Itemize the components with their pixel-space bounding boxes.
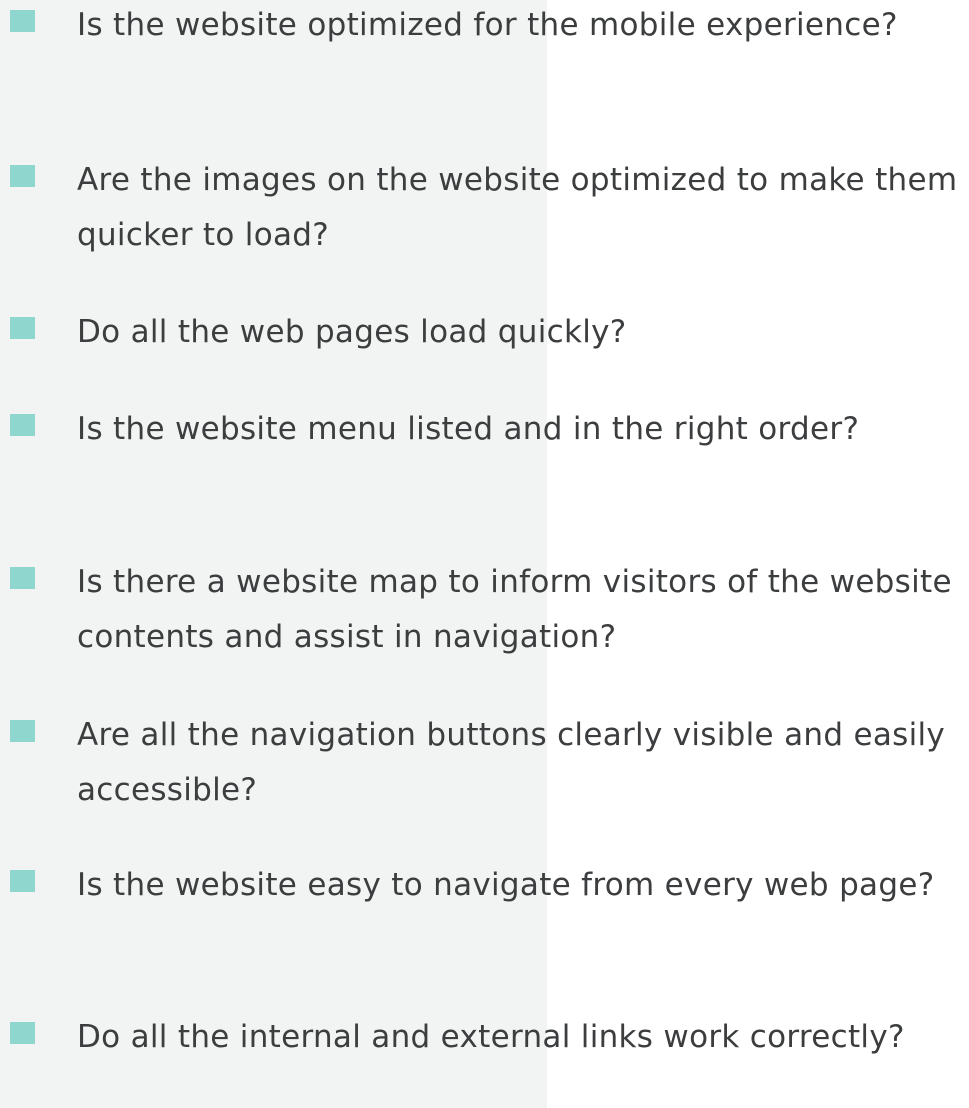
checkbox-icon[interactable] [10,414,35,436]
checkbox-icon[interactable] [10,720,35,742]
checklist-item-text: Do all the web pages load quickly? [77,314,627,350]
checklist-item-text: Is the website menu listed and in the ri… [77,411,860,447]
checkbox-icon[interactable] [10,567,35,589]
checkbox-icon[interactable] [10,165,35,187]
checklist-item-text: Is the website easy to navigate from eve… [77,867,935,903]
checklist-item-text: Is there a website map to inform visitor… [77,564,952,655]
checkbox-icon[interactable] [10,317,35,339]
checklist-item-text: Are all the navigation buttons clearly v… [77,717,946,808]
checkbox-icon[interactable] [10,870,35,892]
checkbox-icon[interactable] [10,1022,35,1044]
checkbox-icon[interactable] [10,10,35,32]
website-checklist: Is the website optimized for the mobile … [0,0,969,1108]
checklist-item-text: Is the website optimized for the mobile … [77,7,898,43]
checklist-item-text: Are the images on the website optimized … [77,162,958,253]
checklist-item-text: Do all the internal and external links w… [77,1019,905,1055]
